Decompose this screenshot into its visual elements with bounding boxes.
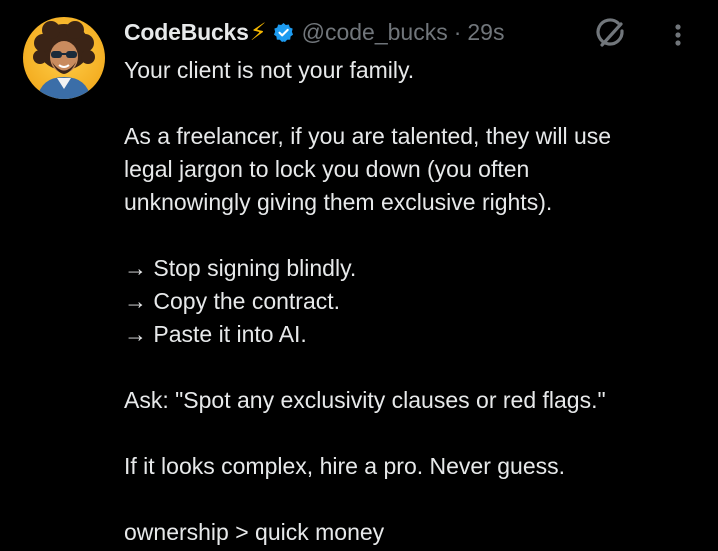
display-name[interactable]: CodeBucks (124, 19, 249, 46)
lightning-emoji: ⚡ (249, 18, 267, 46)
tweet-header: CodeBucks ⚡ @code_bucks · 29s (124, 14, 504, 50)
verified-badge-icon (273, 22, 294, 43)
tweet-line: ownership > quick money (124, 519, 385, 545)
timestamp[interactable]: 29s (467, 19, 504, 46)
separator-dot: · (453, 18, 462, 45)
more-vertical-icon[interactable] (668, 19, 688, 51)
avatar-image (23, 17, 105, 99)
tweet-line: unknowingly giving them exclusive rights… (124, 189, 553, 215)
tweet-line: Ask: "Spot any exclusivity clauses or re… (124, 387, 606, 413)
tweet-line: legal jargon to lock you down (you often (124, 156, 530, 182)
grok-icon[interactable] (594, 17, 628, 51)
author-avatar[interactable] (23, 17, 105, 99)
tweet-body: Your client is not your family. As a fre… (124, 54, 704, 549)
tweet-line: Your client is not your family. (124, 57, 415, 83)
tweet-step: → Copy the contract. (124, 288, 341, 314)
tweet-card[interactable]: CodeBucks ⚡ @code_bucks · 29s Your clien… (0, 0, 718, 551)
tweet-line: As a freelancer, if you are talented, th… (124, 123, 612, 149)
tweet-step: → Stop signing blindly. (124, 255, 357, 281)
tweet-line: If it looks complex, hire a pro. Never g… (124, 453, 566, 479)
author-handle[interactable]: @code_bucks (302, 19, 448, 46)
tweet-step: → Paste it into AI. (124, 321, 307, 347)
